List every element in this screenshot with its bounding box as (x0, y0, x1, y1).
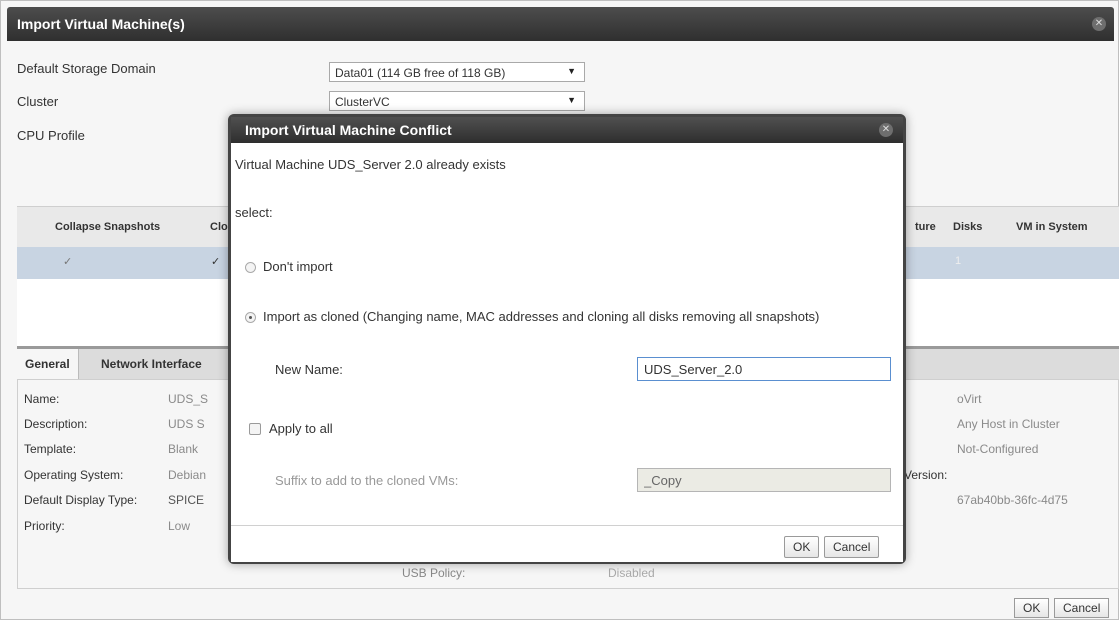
cluster-label: Cluster (17, 94, 59, 109)
import-cloned-label[interactable]: Import as cloned (Changing name, MAC add… (263, 309, 819, 324)
cluster-select[interactable]: ClusterVC ▼ (329, 91, 585, 111)
conflict-cancel-button[interactable]: Cancel (824, 536, 880, 558)
usb-policy-value: Disabled (608, 566, 655, 580)
cluster-value: ClusterVC (335, 95, 390, 109)
prop-description-value: UDS S (168, 417, 205, 431)
usb-policy-label: USB Policy: (402, 566, 466, 580)
prop-priority-value: Low (168, 519, 191, 533)
cpu-profile-label: CPU Profile (17, 128, 85, 143)
select-label: select: (235, 205, 273, 220)
prop-name-value: UDS_S (168, 392, 209, 406)
version-label: Version: (904, 468, 948, 482)
column-architecture[interactable]: ture (915, 221, 936, 233)
cancel-button[interactable]: Cancel (1054, 598, 1110, 618)
dialog-titlebar: Import Virtual Machine(s) ✕ (7, 7, 1114, 41)
dropdown-arrow-icon: ▼ (567, 95, 576, 105)
prop-template-label: Template: (24, 442, 77, 456)
prop-description-label: Description: (24, 417, 88, 431)
default-storage-value: Data01 (114 GB free of 118 GB) (335, 66, 506, 80)
prop-os-label: Operating System: (24, 468, 124, 482)
conflict-dialog-title: Import Virtual Machine Conflict (245, 122, 452, 138)
collapse-snapshots-check-icon[interactable]: ✓ (63, 255, 72, 268)
conflict-ok-button[interactable]: OK (784, 536, 820, 558)
config-value: Not-Configured (957, 442, 1039, 456)
dropdown-arrow-icon: ▼ (567, 66, 576, 76)
close-icon[interactable]: ✕ (879, 123, 893, 137)
column-disks[interactable]: Disks (953, 221, 982, 233)
prop-display-value: SPICE (168, 493, 205, 507)
close-icon[interactable]: ✕ (1092, 17, 1106, 31)
suffix-input[interactable] (637, 468, 891, 492)
column-clone[interactable]: Clo (210, 221, 228, 233)
prop-os-value: Debian (168, 468, 207, 482)
new-name-input[interactable] (637, 357, 891, 381)
conflict-dialog-titlebar: Import Virtual Machine Conflict ✕ (231, 117, 903, 143)
conflict-message: Virtual Machine UDS_Server 2.0 already e… (235, 157, 506, 172)
dialog-title: Import Virtual Machine(s) (17, 16, 185, 32)
new-name-label: New Name: (275, 362, 343, 377)
prop-display-label: Default Display Type: (24, 493, 138, 507)
prop-priority-label: Priority: (24, 519, 65, 533)
suffix-label: Suffix to add to the cloned VMs: (275, 473, 459, 488)
clone-check-icon[interactable]: ✓ (211, 255, 220, 268)
conflict-dialog: Import Virtual Machine Conflict ✕ Virtua… (228, 114, 906, 564)
prop-name-label: Name: (24, 392, 60, 406)
id-value: 67ab40bb-36fc-4d75 (957, 493, 1068, 507)
column-collapse-snapshots[interactable]: Collapse Snapshots (55, 221, 160, 233)
ok-button[interactable]: OK (1014, 598, 1050, 618)
dont-import-radio[interactable] (245, 262, 256, 273)
host-value: Any Host in Cluster (957, 417, 1060, 431)
tab-general[interactable]: General (17, 349, 79, 379)
apply-to-all-label[interactable]: Apply to all (269, 421, 333, 436)
apply-to-all-checkbox[interactable] (249, 423, 261, 435)
conflict-dialog-footer: OK Cancel (231, 525, 903, 562)
tab-network-interfaces[interactable]: Network Interface (93, 349, 210, 379)
disks-count: 1 (955, 255, 962, 267)
origin-value: oVirt (957, 392, 982, 406)
import-cloned-radio[interactable] (245, 312, 256, 323)
column-vm-in-system[interactable]: VM in System (1016, 221, 1088, 233)
default-storage-select[interactable]: Data01 (114 GB free of 118 GB) ▼ (329, 62, 585, 82)
default-storage-label: Default Storage Domain (17, 61, 156, 76)
dont-import-label[interactable]: Don't import (263, 259, 333, 274)
prop-template-value: Blank (168, 442, 199, 456)
